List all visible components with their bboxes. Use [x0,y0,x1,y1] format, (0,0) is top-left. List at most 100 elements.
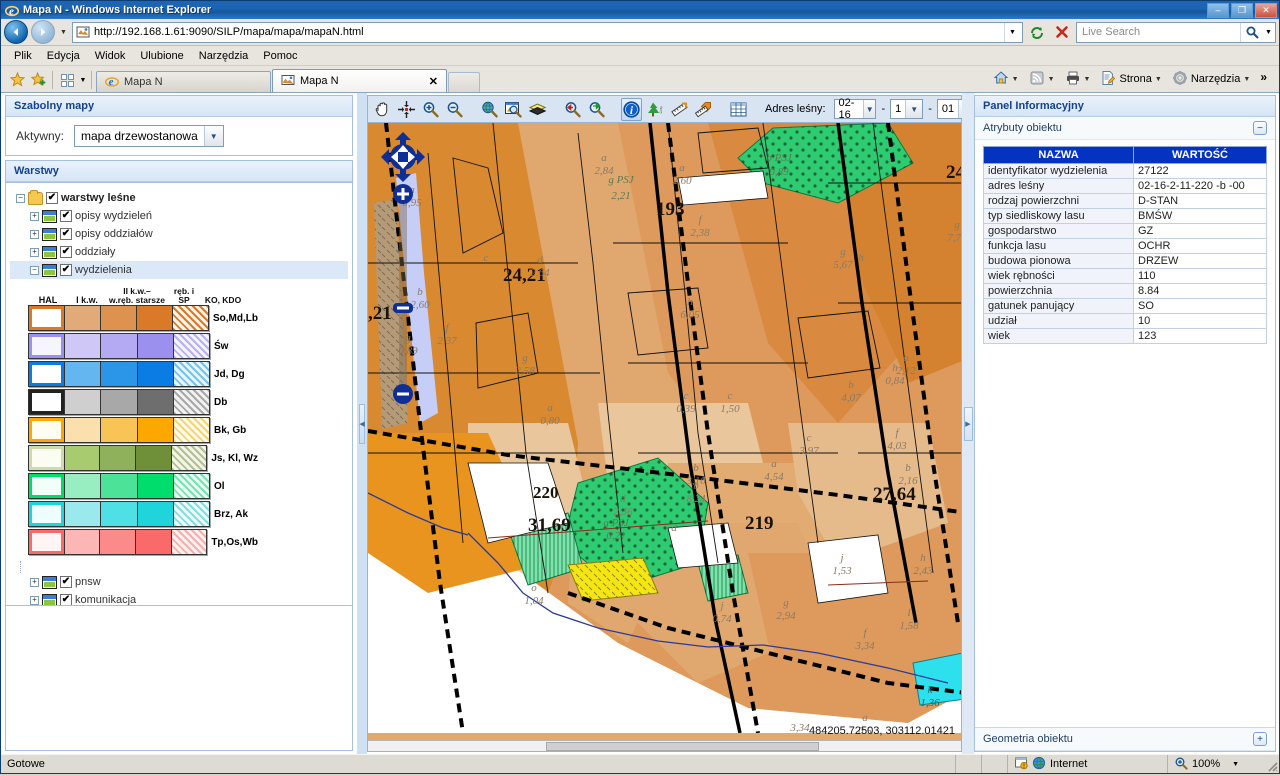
checkbox[interactable]: ✔ [60,246,72,258]
star-icon[interactable] [9,71,25,87]
tools-menu-button[interactable]: Narzędzia ▼ [1168,68,1254,91]
close-button[interactable]: ✕ [1255,2,1277,18]
map-canvas[interactable]: 193 24,6 24,21 27,64 220 31,69 219 ,21 a… [368,123,961,740]
chevrons-right-icon[interactable]: » [1256,68,1271,86]
chevron-down-icon[interactable]: ▼ [905,100,923,118]
table-icon[interactable] [728,98,749,121]
tree-node-komunikacja[interactable]: + ✔ komunikacja [10,591,348,605]
chevron-down-icon[interactable]: ▼ [862,100,876,118]
magnifier-icon[interactable] [1240,22,1262,42]
map-zoom-slider[interactable] [392,183,414,405]
map-pan-control[interactable] [380,131,426,183]
back-arrow-icon[interactable] [4,20,28,44]
crosshair-icon[interactable] [396,98,417,121]
chevron-down-icon[interactable]: ▼ [203,126,223,146]
collapse-icon[interactable]: − [1253,121,1267,135]
tree-node-opisy-wydzielen[interactable]: + ✔ opisy wydzieleń [10,207,348,225]
quick-tabs-icon[interactable] [57,71,77,89]
menu-item-plik[interactable]: Plik [7,48,39,64]
url-input[interactable]: http://192.168.1.61:9090/SILP/mapa/mapa/… [71,21,1023,43]
address-part-2-select[interactable]: 1 ▼ [890,99,924,119]
search-input[interactable]: Live Search ▼ [1076,21,1276,43]
ruler-icon[interactable] [669,98,690,121]
attributes-section-header[interactable]: Atrybuty obiektu − [975,117,1275,140]
tree-node-opisy-oddzialow[interactable]: + ✔ opisy oddziałów [10,225,348,243]
chevron-down-icon[interactable]: ▼ [1084,76,1091,83]
address-part-1-select[interactable]: 02-16 ▼ [833,97,877,121]
expander-icon[interactable]: + [30,247,39,257]
collapse-right-panel-handle[interactable]: ▶ [963,406,973,441]
tab-list-chevron-down-icon[interactable]: ▼ [77,71,89,89]
menu-item-pomoc[interactable]: Pomoc [256,48,304,64]
menu-item-widok[interactable]: Widok [88,48,133,64]
geometry-section-header[interactable]: Geometria obiektu + [975,727,1275,751]
active-template-select[interactable]: mapa drzewostanowa ▼ [74,125,224,147]
expander-icon[interactable]: − [16,193,25,203]
ruler-area-icon[interactable] [693,98,714,121]
history-dropdown-icon[interactable]: ▼ [58,29,69,36]
globe-magnifier-icon[interactable] [479,98,500,121]
expander-icon[interactable]: + [30,595,39,605]
layers-icon[interactable] [527,98,548,121]
checkbox[interactable]: ✔ [60,576,72,588]
print-button[interactable]: ▼ [1061,68,1095,91]
svg-text:b: b [693,462,699,474]
tree-connector [20,561,348,573]
checkbox[interactable]: ✔ [46,192,58,204]
home-button[interactable]: ▼ [989,68,1023,91]
chevron-down-icon[interactable]: ▼ [1232,761,1239,768]
right-splitter[interactable]: ▶ [962,93,974,754]
resize-grip[interactable] [1263,757,1279,773]
tab-mapa-n-1[interactable]: e Mapa N [96,71,271,92]
forward-arrow-icon[interactable] [31,20,55,44]
refresh-icon[interactable] [1026,21,1048,43]
chevron-down-icon[interactable]: ▼ [1012,76,1019,83]
search-options-chevron-down-icon[interactable]: ▼ [1262,23,1275,42]
map-horizontal-scrollbar[interactable] [368,740,961,751]
hand-icon[interactable] [372,98,393,121]
svg-text:b PSJ: b PSJ [766,152,792,164]
tree-node-warstwy-lesne[interactable]: − ✔ warstwy leśne [10,189,348,207]
tree-info-icon[interactable]: i [645,98,666,121]
tree-node-oddzialy[interactable]: + ✔ oddziały [10,243,348,261]
svg-text:3,16: 3,16 [685,475,706,487]
star-plus-icon[interactable] [30,71,46,87]
menu-item-ulubione[interactable]: Ulubione [133,48,190,64]
chevron-down-icon[interactable]: ▼ [1048,76,1055,83]
menu-item-edycja[interactable]: Edycja [40,48,87,64]
tree-node-wydzielenia[interactable]: − ✔ wydzielenia [10,261,348,279]
chevron-down-icon[interactable]: ▼ [1243,76,1250,83]
chevron-down-icon[interactable]: ▼ [1155,76,1162,83]
security-zone[interactable]: ! Internet [1007,755,1167,773]
collapse-left-panel-handle[interactable]: ◀ [359,403,365,444]
expand-icon[interactable]: + [1253,732,1267,746]
magnifier-back-icon[interactable] [562,98,583,121]
stop-icon[interactable] [1051,21,1073,43]
page-menu-button[interactable]: Strona ▼ [1096,68,1165,91]
expander-icon[interactable]: + [30,211,39,221]
checkbox[interactable]: ✔ [60,264,72,276]
tab-mapa-n-2[interactable]: Mapa N ✕ [272,69,447,92]
expander-icon[interactable]: + [30,577,39,587]
maximize-button[interactable]: ❐ [1231,2,1253,18]
info-icon[interactable]: i [621,97,642,121]
left-splitter[interactable]: ◀ [357,93,367,754]
scrollbar-thumb[interactable] [545,741,819,751]
close-icon[interactable]: ✕ [429,75,438,88]
window-magnifier-icon[interactable] [503,98,524,121]
checkbox[interactable]: ✔ [60,594,72,605]
menu-item-narzedzia[interactable]: Narzędzia [192,48,256,64]
expander-icon[interactable]: − [30,265,39,275]
feeds-button[interactable]: ▼ [1025,68,1059,91]
magnifier-minus-icon[interactable] [444,98,465,121]
minimize-button[interactable]: – [1207,2,1229,18]
checkbox[interactable]: ✔ [60,210,72,222]
chevron-down-icon[interactable]: ▼ [1004,22,1020,42]
expander-icon[interactable]: + [30,229,39,239]
new-tab-button[interactable] [448,72,480,92]
magnifier-forward-icon[interactable] [586,98,607,121]
checkbox[interactable]: ✔ [60,228,72,240]
zoom-control[interactable]: 100% ▼ [1167,755,1263,773]
tree-node-pnsw[interactable]: + ✔ pnsw [10,573,348,591]
magnifier-plus-icon[interactable] [420,98,441,121]
